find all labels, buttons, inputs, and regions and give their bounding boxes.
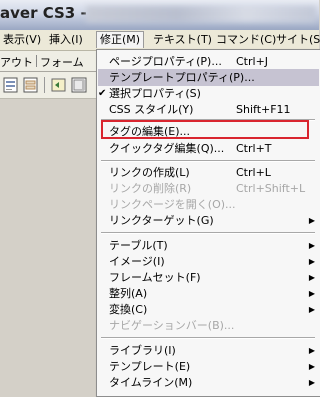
menu-item-frameset[interactable]: フレームセット(F) ▶ <box>98 269 319 286</box>
hidden-field-icon[interactable] <box>50 76 68 94</box>
menu-commands[interactable]: コマンド(C) <box>213 32 279 48</box>
menu-item-template-properties[interactable]: テンプレートプロパティ(P)... <box>98 69 319 86</box>
checkmark-icon: ✔ <box>98 88 107 99</box>
submenu-arrow-icon: ▶ <box>308 378 315 387</box>
menu-bar: 表示(V) 挿入(I) 修正(M) テキスト(T) コマンド(C) サイト(S) <box>0 30 320 51</box>
menu-item-shortcut: Shift+F11 <box>236 103 291 116</box>
tab-layout[interactable]: アウト <box>0 54 33 70</box>
menu-item-shortcut: Ctrl+L <box>236 166 271 179</box>
menu-divider <box>101 337 315 339</box>
tab-separator <box>36 55 37 67</box>
menu-item-quick-tag-editor[interactable]: クイックタグ編集(Q)... Ctrl+T <box>98 140 319 157</box>
toolbar <box>0 72 100 99</box>
menu-item-label: テーブル(T) <box>109 239 168 252</box>
menu-item-label: リンクページを開く(O)... <box>109 198 236 211</box>
menu-site[interactable]: サイト(S) <box>273 32 320 48</box>
submenu-arrow-icon: ▶ <box>308 257 315 266</box>
form-icon[interactable] <box>2 76 20 94</box>
menu-item-label: テンプレートプロパティ(P)... <box>109 71 255 84</box>
textarea-icon[interactable] <box>70 76 88 94</box>
menu-item-label: リンクターゲット(G) <box>109 214 214 227</box>
submenu-arrow-icon: ▶ <box>308 305 315 314</box>
menu-divider <box>101 232 315 234</box>
menu-item-selection-properties[interactable]: ✔ 選択プロパティ(S) <box>98 85 319 102</box>
submenu-arrow-icon: ▶ <box>308 241 315 250</box>
menu-item-library[interactable]: ライブラリ(I) ▶ <box>98 342 319 359</box>
menu-divider <box>101 160 315 162</box>
tab-forms[interactable]: フォーム <box>40 54 84 70</box>
menu-item-label: ライブラリ(I) <box>109 344 176 357</box>
menu-item-css-styles[interactable]: CSS スタイル(Y) Shift+F11 <box>98 101 319 118</box>
menu-item-table[interactable]: テーブル(T) ▶ <box>98 237 319 254</box>
menu-item-shortcut: Ctrl+J <box>236 55 269 68</box>
menu-item-timeline[interactable]: タイムライン(M) ▶ <box>98 374 319 391</box>
menu-item-label: ナビゲーションバー(B)... <box>109 319 235 332</box>
submenu-arrow-icon: ▶ <box>308 273 315 282</box>
menu-item-label: CSS スタイル(Y) <box>109 103 194 116</box>
document-area <box>0 99 100 395</box>
menu-item-label: リンクの削除(R) <box>109 182 192 195</box>
menu-item-label: テンプレート(E) <box>109 360 191 373</box>
menu-item-label: 変換(C) <box>109 303 148 316</box>
menu-item-label: ページプロパティ(P)... <box>109 55 222 68</box>
menu-item-open-linked-page[interactable]: リンクページを開く(O)... <box>98 196 319 213</box>
menu-item-label: 選択プロパティ(S) <box>109 87 201 100</box>
highlight-annotation-box <box>101 120 309 139</box>
menu-item-label: クイックタグ編集(Q)... <box>109 142 225 155</box>
toolbar-separator <box>44 77 45 93</box>
submenu-arrow-icon: ▶ <box>308 346 315 355</box>
menu-item-label: イメージ(I) <box>109 255 165 268</box>
window-title: aver CS3 - <box>0 4 87 22</box>
menu-item-navigation-bar[interactable]: ナビゲーションバー(B)... <box>98 317 319 334</box>
menu-item-convert[interactable]: 変換(C) ▶ <box>98 301 319 318</box>
menu-item-label: フレームセット(F) <box>109 271 201 284</box>
menu-item-link-target[interactable]: リンクターゲット(G) ▶ <box>98 212 319 229</box>
menu-item-image[interactable]: イメージ(I) ▶ <box>98 253 319 270</box>
submenu-arrow-icon: ▶ <box>308 289 315 298</box>
menu-item-label: タイムライン(M) <box>109 376 193 389</box>
menu-item-remove-link[interactable]: リンクの削除(R) Ctrl+Shift+L <box>98 180 319 197</box>
menu-item-label: 整列(A) <box>109 287 148 300</box>
insert-tab-strip: アウト フォーム <box>0 51 100 72</box>
submenu-arrow-icon: ▶ <box>308 216 315 225</box>
menu-item-shortcut: Ctrl+Shift+L <box>236 182 306 195</box>
text-field-icon[interactable] <box>22 76 40 94</box>
menu-text[interactable]: テキスト(T) <box>150 32 215 48</box>
menu-item-align[interactable]: 整列(A) ▶ <box>98 285 319 302</box>
menu-item-shortcut: Ctrl+T <box>236 142 272 155</box>
blurred-title-area <box>86 6 316 22</box>
menu-item-page-properties[interactable]: ページプロパティ(P)... Ctrl+J <box>98 53 319 70</box>
title-bar: aver CS3 - <box>0 0 319 30</box>
modify-menu: ページプロパティ(P)... Ctrl+J テンプレートプロパティ(P)... … <box>96 49 320 397</box>
menu-modify[interactable]: 修正(M) <box>96 31 145 48</box>
menu-insert[interactable]: 挿入(I) <box>46 32 86 48</box>
menu-item-templates[interactable]: テンプレート(E) ▶ <box>98 358 319 375</box>
menu-view[interactable]: 表示(V) <box>0 32 44 48</box>
menu-item-label: リンクの作成(L) <box>109 166 190 179</box>
menu-item-make-link[interactable]: リンクの作成(L) Ctrl+L <box>98 164 319 181</box>
submenu-arrow-icon: ▶ <box>308 362 315 371</box>
